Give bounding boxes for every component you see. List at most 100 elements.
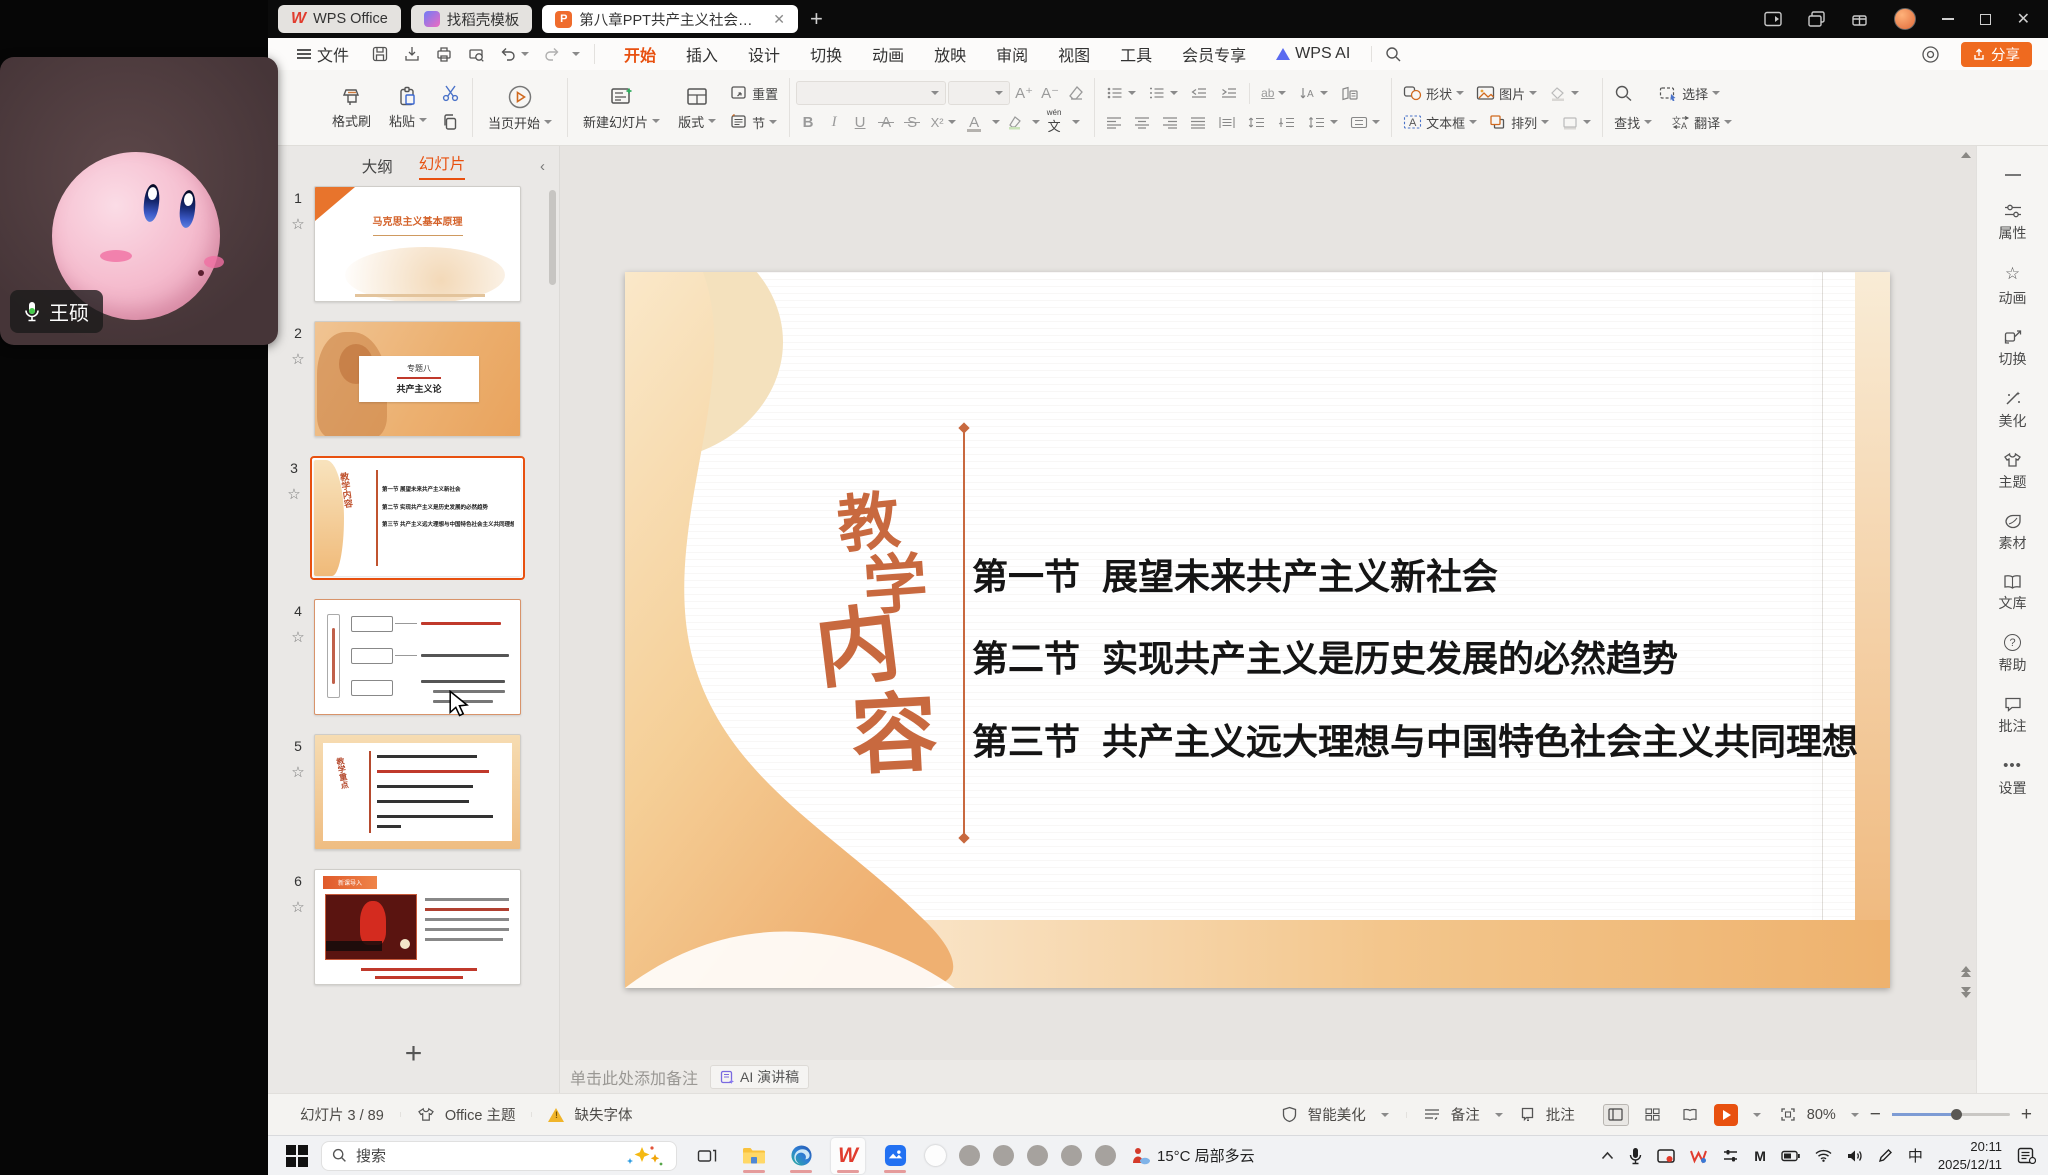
menu-insert[interactable]: 插入 <box>671 42 733 66</box>
microphone-icon[interactable] <box>1629 1147 1642 1165</box>
tab-wps-office[interactable]: W WPS Office <box>278 5 401 33</box>
new-slide-caret[interactable] <box>652 119 660 123</box>
close-window-button[interactable]: ✕ <box>2017 9 2030 29</box>
tab-docer-templates[interactable]: 找稻壳模板 <box>411 5 533 33</box>
text-columns-button[interactable] <box>1345 110 1385 135</box>
slide-background-button[interactable] <box>1556 110 1596 135</box>
zoom-caret[interactable] <box>1851 1113 1859 1117</box>
premium-gift-icon[interactable] <box>1851 11 1868 27</box>
numbered-list-button[interactable] <box>1143 81 1183 106</box>
paste-button[interactable]: 粘贴 <box>380 70 436 145</box>
menu-tools[interactable]: 工具 <box>1105 42 1167 66</box>
shape-fill-caret[interactable] <box>1571 91 1579 95</box>
cut-button[interactable] <box>436 81 466 106</box>
zoom-slider-knob[interactable] <box>1951 1109 1962 1120</box>
notes-placeholder[interactable]: 单击此处添加备注 <box>570 1065 698 1089</box>
find-button[interactable]: 查找 <box>1609 110 1657 135</box>
menu-wps-ai[interactable]: WPS AI <box>1261 45 1365 63</box>
rail-item-transition[interactable]: 切换 <box>1999 329 2027 369</box>
print-preview-icon[interactable] <box>460 45 492 63</box>
shapes-button[interactable]: 形状 <box>1398 81 1469 106</box>
find-icon[interactable] <box>1609 81 1638 106</box>
bullet-caret[interactable] <box>1128 91 1136 95</box>
hidden-icons-chevron[interactable] <box>1601 1151 1614 1160</box>
battery-icon[interactable] <box>1781 1150 1800 1162</box>
numbered-caret[interactable] <box>1170 91 1178 95</box>
menu-design[interactable]: 设计 <box>733 42 795 66</box>
section-caret[interactable] <box>769 120 777 124</box>
pen-icon[interactable] <box>1878 1148 1893 1163</box>
layout-button[interactable]: 版式 <box>669 70 725 145</box>
font-color-button[interactable]: A <box>962 110 986 135</box>
comment-button[interactable]: 批注 <box>1546 1104 1575 1125</box>
font-color-caret[interactable] <box>992 120 1000 124</box>
line-spacing-down-button[interactable] <box>1273 110 1301 135</box>
slide-thumbnail-2[interactable]: 专题八 共产主义论 <box>314 321 521 437</box>
play-options-caret[interactable] <box>1753 1113 1761 1117</box>
animation-star-icon[interactable]: ☆ <box>291 898 304 916</box>
notes-button[interactable]: 备注 <box>1451 1104 1480 1125</box>
rail-item-animation[interactable]: ☆ 动画 <box>1999 264 2027 308</box>
vertical-text-button[interactable]: A <box>1293 81 1333 106</box>
slide-background-caret[interactable] <box>1583 120 1591 124</box>
animation-star-icon[interactable]: ☆ <box>287 485 300 503</box>
screen-record-icon[interactable] <box>1657 1148 1675 1164</box>
rail-item-beautify[interactable]: 美化 <box>1999 390 2027 431</box>
search-icon[interactable] <box>1378 46 1409 63</box>
tray-app-circle[interactable] <box>1027 1145 1048 1166</box>
slide-thumbnail-6[interactable]: 新课导入 <box>314 869 521 985</box>
paste-caret[interactable] <box>419 118 427 122</box>
section-button[interactable]: 节 <box>725 110 783 135</box>
slide-thumbnail-1[interactable]: 马克思主义基本原理 <box>314 186 521 302</box>
text-direction-caret[interactable] <box>1278 91 1286 95</box>
user-avatar[interactable] <box>1894 8 1916 30</box>
menu-slideshow[interactable]: 放映 <box>919 42 981 66</box>
volume-mixer-icon[interactable] <box>1722 1148 1739 1163</box>
clear-format-button[interactable] <box>1064 81 1088 106</box>
superscript-caret[interactable] <box>948 120 956 124</box>
arrange-button[interactable]: 排列 <box>1484 110 1554 135</box>
rail-item-library[interactable]: 文库 <box>1999 574 2027 613</box>
save-icon[interactable] <box>364 45 396 63</box>
line-height-caret[interactable] <box>1330 120 1338 124</box>
rail-item-help[interactable]: ? 帮助 <box>1999 634 2027 675</box>
animation-star-icon[interactable]: ☆ <box>291 350 304 368</box>
strikethrough-a-button[interactable]: A <box>874 110 898 135</box>
canvas-scrollbar[interactable] <box>1958 146 1974 1060</box>
clock[interactable]: 20:11 2025/12/11 <box>1938 1138 2002 1173</box>
rail-item-theme[interactable]: 主题 <box>1999 452 2027 492</box>
weather-widget[interactable]: 15°C 局部多云 <box>1129 1145 1255 1166</box>
theme-name[interactable]: Office 主题 <box>445 1104 516 1125</box>
outline-tab[interactable]: 大纲 <box>362 155 393 177</box>
shape-fill-button[interactable] <box>1544 81 1584 106</box>
scroll-up-arrow[interactable] <box>1961 152 1971 158</box>
slide-thumbnail-5[interactable]: 教学重点 <box>314 734 521 850</box>
menu-view[interactable]: 视图 <box>1043 42 1105 66</box>
feedback-icon[interactable] <box>1914 45 1947 64</box>
italic-button[interactable]: I <box>822 110 846 135</box>
shapes-caret[interactable] <box>1456 91 1464 95</box>
tab-close-icon[interactable]: ✕ <box>773 11 785 28</box>
format-painter-button[interactable]: 格式刷 <box>323 70 380 145</box>
reset-button[interactable]: 重置 <box>725 81 783 106</box>
vertical-text-caret[interactable] <box>1320 91 1328 95</box>
smart-beautify-button[interactable]: 智能美化 <box>1308 1104 1366 1125</box>
picture-button[interactable]: 图片 <box>1471 81 1542 106</box>
font-family-select[interactable] <box>796 81 946 105</box>
rail-item-assets[interactable]: 素材 <box>1999 513 2027 553</box>
menu-review[interactable]: 审阅 <box>981 42 1043 66</box>
meeting-app-icon[interactable] <box>878 1138 912 1174</box>
select-button[interactable]: 选择 <box>1654 81 1725 106</box>
play-in-window-icon[interactable] <box>1764 11 1782 27</box>
collapse-panel-button[interactable]: ‹ <box>540 158 545 175</box>
highlight-caret[interactable] <box>1032 120 1040 124</box>
font-size-select[interactable] <box>948 81 1010 105</box>
text-columns-caret[interactable] <box>1372 120 1380 124</box>
play-from-current-button[interactable]: 当页开始 <box>479 70 561 145</box>
slides-tab[interactable]: 幻灯片 <box>419 152 466 180</box>
editing-canvas[interactable]: 教 学 内 容 第一节展望未来共产主义新社会 第二节实现共产主义是历史发展的必然… <box>560 146 1976 1060</box>
share-button[interactable]: 分享 <box>1961 42 2032 67</box>
wps-office-taskbar-icon[interactable]: W <box>831 1138 865 1174</box>
rail-item-comments[interactable]: 批注 <box>1999 696 2027 736</box>
menu-animation[interactable]: 动画 <box>857 42 919 66</box>
